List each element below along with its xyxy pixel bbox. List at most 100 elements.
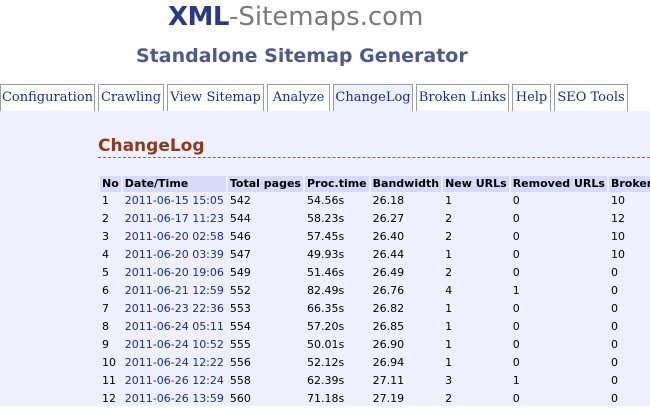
- cell-broken-links: 10: [610, 194, 625, 207]
- cell-proc-time: 57.45s: [306, 230, 345, 243]
- table-row: 10 2011-06-24 12:22 556 52.12s 26.94 1 0 0: [100, 354, 650, 372]
- table-body: 1 2011-06-15 15:05 542 54.56s 26.18 1 0 10 2 2011…: [100, 192, 650, 408]
- cell-total-pages: 549: [229, 266, 251, 279]
- cell-proc-time: 58.23s: [306, 212, 345, 225]
- col-header-proc-time: Proc.time: [304, 176, 369, 192]
- cell-total-pages: 554: [229, 320, 251, 333]
- tab-analyze[interactable]: Analyze: [267, 84, 330, 111]
- col-header-total-pages: Total pages: [227, 176, 303, 192]
- cell-new-urls: 1: [445, 248, 453, 261]
- cell-no: 7: [102, 302, 109, 315]
- cell-datetime[interactable]: 2011-06-24 12:22: [123, 354, 226, 372]
- cell-broken-links: 0: [610, 338, 618, 351]
- cell-broken-links: 10: [610, 230, 625, 243]
- cell-removed-urls: 0: [512, 230, 520, 243]
- tab-broken-links[interactable]: Broken Links: [416, 84, 509, 111]
- cell-datetime[interactable]: 2011-06-20 02:58: [123, 228, 226, 246]
- table-row: 7 2011-06-23 22:36 553 66.35s 26.82 1 0 0: [100, 300, 650, 318]
- cell-removed-urls: 0: [512, 392, 520, 405]
- cell-removed-urls: 1: [512, 284, 520, 297]
- cell-total-pages: 555: [229, 338, 251, 351]
- cell-new-urls: 2: [445, 230, 453, 243]
- cell-new-urls: 2: [445, 266, 453, 279]
- cell-broken-links: 12: [610, 212, 625, 225]
- cell-proc-time: 54.56s: [306, 194, 345, 207]
- table-row: 6 2011-06-21 12:59 552 82.49s 26.76 4 1 0: [100, 282, 650, 300]
- cell-datetime[interactable]: 2011-06-17 11:23: [123, 210, 226, 228]
- table-row: 11 2011-06-26 12:24 558 62.39s 27.11 3 1 0: [100, 372, 650, 390]
- title-divider: [98, 157, 650, 158]
- cell-total-pages: 546: [229, 230, 251, 243]
- col-header-datetime: Date/Time: [122, 176, 226, 192]
- cell-no: 11: [102, 374, 116, 387]
- table-header-row: No Date/Time Total pages Proc.time Bandw…: [100, 176, 650, 192]
- cell-broken-links: 0: [610, 284, 618, 297]
- cell-proc-time: 49.93s: [306, 248, 345, 261]
- cell-new-urls: 4: [445, 284, 453, 297]
- cell-new-urls: 1: [445, 302, 453, 315]
- cell-removed-urls: 0: [512, 212, 520, 225]
- cell-proc-time: 51.46s: [306, 266, 345, 279]
- cell-bandwidth: 27.19: [372, 392, 405, 405]
- table-row: 8 2011-06-24 05:11 554 57.20s 26.85 1 0 0: [100, 318, 650, 336]
- tab-help[interactable]: Help: [512, 84, 551, 111]
- cell-removed-urls: 0: [512, 266, 520, 279]
- cell-broken-links: 0: [610, 374, 618, 387]
- changelog-table: No Date/Time Total pages Proc.time Bandw…: [98, 176, 650, 408]
- tab-configuration[interactable]: Configuration: [0, 84, 95, 111]
- cell-total-pages: 558: [229, 374, 251, 387]
- cell-bandwidth: 26.76: [372, 284, 405, 297]
- cell-total-pages: 542: [229, 194, 251, 207]
- tab-bar: Configuration Crawling View Sitemap Anal…: [0, 84, 650, 112]
- cell-total-pages: 553: [229, 302, 251, 315]
- logo-rest: -Sitemaps.com: [229, 2, 424, 32]
- cell-no: 6: [102, 284, 109, 297]
- cell-datetime[interactable]: 2011-06-24 10:52: [123, 336, 226, 354]
- cell-datetime[interactable]: 2011-06-24 05:11: [123, 318, 226, 336]
- cell-broken-links: 0: [610, 320, 618, 333]
- cell-datetime[interactable]: 2011-06-23 22:36: [123, 300, 226, 318]
- cell-no: 12: [102, 392, 116, 405]
- cell-total-pages: 552: [229, 284, 251, 297]
- table-row: 1 2011-06-15 15:05 542 54.56s 26.18 1 0 10: [100, 192, 650, 210]
- col-header-removed-urls: Removed URLs: [510, 176, 607, 192]
- cell-new-urls: 3: [445, 374, 453, 387]
- cell-datetime[interactable]: 2011-06-26 12:24: [123, 372, 226, 390]
- table-row: 12 2011-06-26 13:59 560 71.18s 27.19 2 0 0: [100, 390, 650, 408]
- cell-datetime[interactable]: 2011-06-20 19:06: [123, 264, 226, 282]
- cell-new-urls: 1: [445, 320, 453, 333]
- cell-removed-urls: 1: [512, 374, 520, 387]
- cell-datetime[interactable]: 2011-06-26 13:59: [123, 390, 226, 408]
- tab-changelog[interactable]: ChangeLog: [333, 84, 413, 111]
- cell-no: 2: [102, 212, 109, 225]
- cell-bandwidth: 26.82: [372, 302, 405, 315]
- cell-broken-links: 0: [610, 392, 618, 405]
- table-row: 5 2011-06-20 19:06 549 51.46s 26.49 2 0 0: [100, 264, 650, 282]
- cell-bandwidth: 26.94: [372, 356, 405, 369]
- cell-datetime[interactable]: 2011-06-15 15:05: [123, 192, 226, 210]
- cell-datetime[interactable]: 2011-06-21 12:59: [123, 282, 226, 300]
- cell-proc-time: 82.49s: [306, 284, 345, 297]
- cell-new-urls: 1: [445, 356, 453, 369]
- site-logo[interactable]: XML-Sitemaps.com: [168, 1, 423, 33]
- tab-view-sitemap[interactable]: View Sitemap: [167, 84, 264, 111]
- cell-no: 1: [102, 194, 109, 207]
- cell-bandwidth: 26.90: [372, 338, 405, 351]
- cell-no: 8: [102, 320, 109, 333]
- cell-removed-urls: 0: [512, 320, 520, 333]
- cell-no: 9: [102, 338, 109, 351]
- tab-crawling[interactable]: Crawling: [98, 84, 164, 111]
- col-header-new-urls: New URLs: [443, 176, 509, 192]
- page-header: XML-Sitemaps.com Standalone Sitemap Gene…: [0, 0, 650, 80]
- cell-datetime[interactable]: 2011-06-20 03:39: [123, 246, 226, 264]
- cell-bandwidth: 27.11: [372, 374, 405, 387]
- cell-proc-time: 66.35s: [306, 302, 345, 315]
- cell-new-urls: 2: [445, 212, 453, 225]
- tab-seo-tools[interactable]: SEO Tools: [554, 84, 628, 111]
- cell-bandwidth: 26.49: [372, 266, 405, 279]
- cell-bandwidth: 26.40: [372, 230, 405, 243]
- table-row: 3 2011-06-20 02:58 546 57.45s 26.40 2 0 10: [100, 228, 650, 246]
- logo-bold: XML: [168, 2, 230, 32]
- cell-total-pages: 556: [229, 356, 251, 369]
- cell-new-urls: 2: [445, 392, 453, 405]
